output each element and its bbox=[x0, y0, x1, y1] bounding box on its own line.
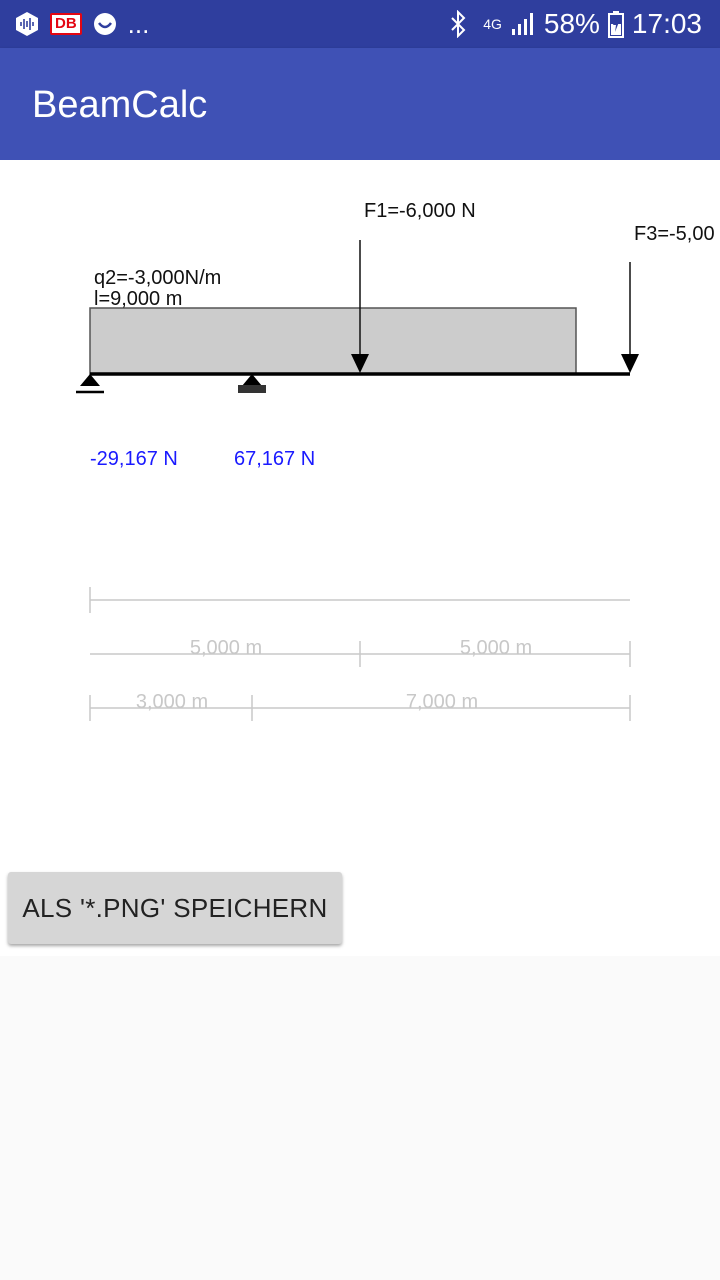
status-bar: DB ... 4G 58% 17:03 bbox=[0, 0, 720, 48]
audio-wave-icon bbox=[16, 12, 38, 36]
distributed-load-block bbox=[89, 307, 577, 375]
notification-overflow: ... bbox=[127, 8, 150, 39]
battery-percent: 58% bbox=[543, 8, 600, 39]
smiley-icon bbox=[93, 13, 116, 35]
beam-length-label: l=9,000 m bbox=[94, 288, 182, 310]
network-type: 4G bbox=[483, 16, 502, 32]
dimension-label: 7,000 m bbox=[406, 691, 478, 713]
signal-icon bbox=[511, 13, 533, 35]
db-app-icon: DB bbox=[50, 13, 82, 35]
dimension-label: 3,000 m bbox=[136, 691, 208, 713]
app-bar: BeamCalc bbox=[0, 48, 720, 160]
reaction-1: -29,167 N bbox=[90, 448, 178, 470]
app-title: BeamCalc bbox=[32, 84, 208, 126]
bluetooth-icon bbox=[451, 10, 466, 38]
dimension-row-2-lines bbox=[90, 641, 631, 667]
dimension-label: 5,000 m bbox=[460, 637, 532, 659]
dimension-row-1 bbox=[89, 587, 630, 613]
support-pinned bbox=[76, 374, 104, 394]
force3-label: F3=-5,00 bbox=[634, 223, 715, 245]
support-roller bbox=[238, 374, 266, 393]
beam-drawing: q2=-3,000N/m l=9,000 m F1=-6,000 N F3=-5… bbox=[0, 160, 720, 956]
force1-label: F1=-6,000 N bbox=[364, 200, 476, 222]
distributed-load-label: q2=-3,000N/m bbox=[94, 267, 221, 289]
beam-diagram: q2=-3,000N/m l=9,000 m F1=-6,000 N F3=-5… bbox=[76, 200, 715, 721]
reaction-2: 67,167 N bbox=[234, 448, 315, 470]
battery-icon bbox=[607, 11, 624, 38]
save-png-button[interactable]: ALS '*.PNG' SPEICHERN bbox=[8, 872, 342, 944]
force3-arrowhead bbox=[621, 354, 639, 373]
dimension-label: 5,000 m bbox=[190, 637, 262, 659]
clock: 17:03 bbox=[631, 8, 702, 39]
